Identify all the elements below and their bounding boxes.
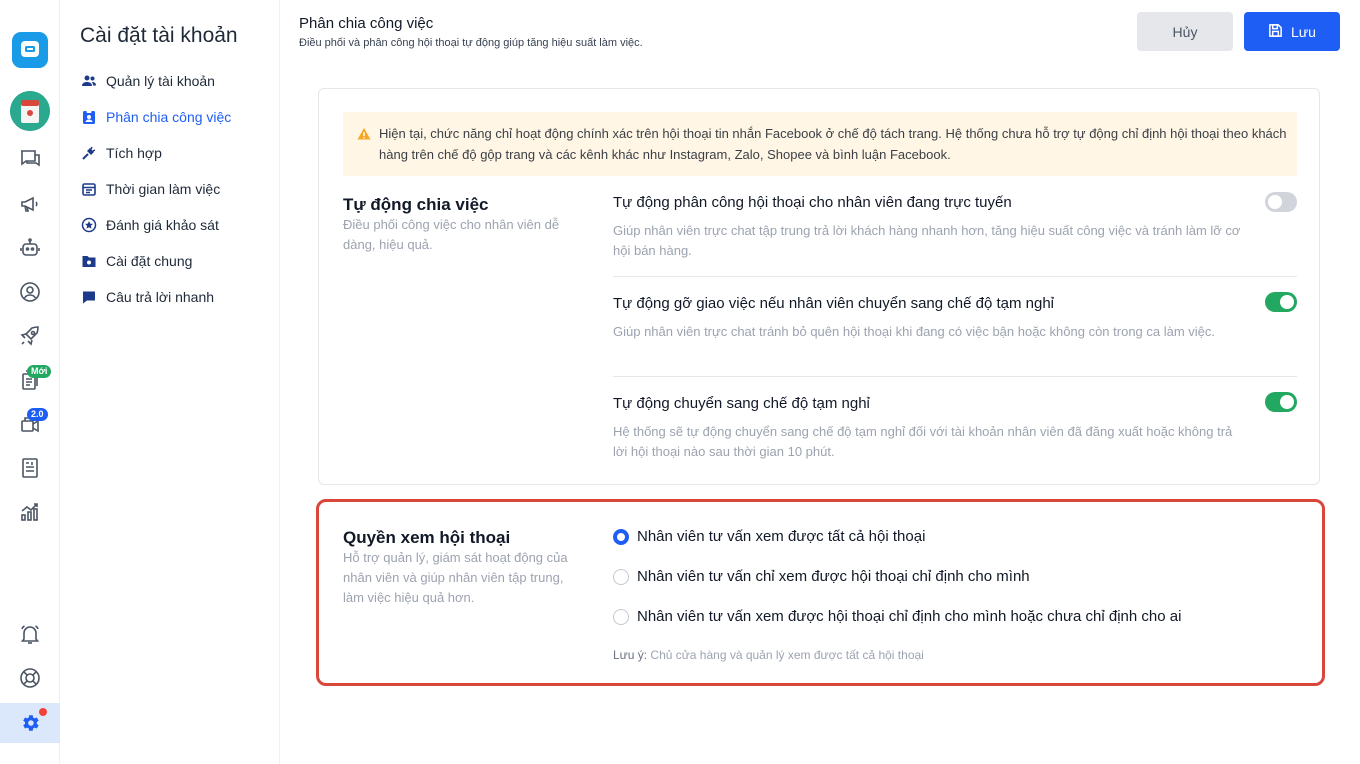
app-logo-icon[interactable]: [12, 32, 48, 68]
folder-gear-icon: [80, 252, 98, 270]
invoice-icon[interactable]: [10, 450, 50, 486]
rocket-icon[interactable]: [10, 318, 50, 354]
view-permission-desc: Hỗ trợ quản lý, giám sát hoạt động của n…: [343, 550, 568, 605]
help-lifebuoy-icon[interactable]: [10, 660, 50, 696]
analytics-icon[interactable]: [10, 494, 50, 530]
menu-item-account-management[interactable]: Quản lý tài khoản: [80, 69, 215, 93]
icon-rail: Mới 2.0: [0, 0, 60, 764]
settings-alert-dot: [39, 708, 47, 716]
warning-text: Hiện tại, chức năng chỉ hoạt động chính …: [379, 126, 1287, 162]
page-subtitle: Điều phối và phân công hội thoại tự động…: [299, 37, 643, 49]
menu-item-label: Quản lý tài khoản: [106, 73, 215, 89]
option-desc: Giúp nhân viên trực chat tránh bỏ quên h…: [613, 324, 1216, 339]
menu-item-general-settings[interactable]: Cài đặt chung: [80, 249, 192, 273]
toggle-auto-assign-online[interactable]: [1265, 192, 1297, 212]
radio-view-all[interactable]: Nhân viên tư vấn xem được tất cả hội tho…: [613, 528, 925, 545]
robot-icon[interactable]: [10, 230, 50, 266]
radio-button[interactable]: [613, 528, 629, 545]
megaphone-icon[interactable]: [10, 186, 50, 222]
new-badge: Mới: [27, 365, 52, 378]
menu-item-quick-replies[interactable]: Câu trả lời nhanh: [80, 285, 214, 309]
chat-icon[interactable]: [10, 141, 50, 177]
option-title: Tự động chuyển sang chế độ tạm nghỉ: [613, 395, 870, 412]
radio-label: Nhân viên tư vấn xem được tất cả hội tho…: [637, 528, 926, 545]
settings-gear-icon[interactable]: [0, 703, 60, 743]
option-desc: Hệ thống sẽ tự động chuyển sang chế độ t…: [613, 424, 1233, 459]
page-title: Phân chia công việc: [299, 15, 434, 32]
menu-item-label: Phân chia công việc: [106, 109, 232, 125]
toggle-auto-break[interactable]: [1265, 392, 1297, 412]
shop-avatar[interactable]: [10, 91, 50, 131]
menu-item-working-hours[interactable]: Thời gian làm việc: [80, 177, 220, 201]
option-title: Tự động phân công hội thoại cho nhân viê…: [613, 194, 1012, 211]
option-auto-break: Tự động chuyển sang chế độ tạm nghỉ Hệ t…: [613, 394, 1297, 462]
radio-button[interactable]: [613, 568, 629, 585]
radio-label: Nhân viên tư vấn xem được hội thoại chỉ …: [637, 608, 1182, 625]
auto-assign-title: Tự động chia việc: [343, 195, 489, 214]
menu-item-label: Tích hợp: [106, 145, 162, 161]
user-circle-icon[interactable]: [10, 274, 50, 310]
message-icon: [80, 288, 98, 306]
divider: [613, 376, 1297, 377]
divider: [613, 276, 1297, 277]
toggle-unassign-on-break[interactable]: [1265, 292, 1297, 312]
notification-bell-icon[interactable]: [10, 616, 50, 652]
menu-item-integration[interactable]: Tích hợp: [80, 141, 162, 165]
version-badge: 2.0: [27, 408, 48, 421]
auto-assign-desc: Điều phối công việc cho nhân viên dễ dàn…: [343, 217, 560, 252]
auto-assign-card: Hiện tại, chức năng chỉ hoạt động chính …: [318, 88, 1320, 485]
option-auto-assign-online: Tự động phân công hội thoại cho nhân viê…: [613, 193, 1297, 261]
radio-button[interactable]: [613, 608, 629, 625]
option-desc: Giúp nhân viên trực chat tập trung trả l…: [613, 223, 1241, 258]
note-text: Chủ cửa hàng và quản lý xem được tất cả …: [650, 648, 924, 662]
plug-icon: [80, 144, 98, 162]
option-unassign-on-break: Tự động gỡ giao việc nếu nhân viên chuyể…: [613, 294, 1297, 342]
menu-title: Cài đặt tài khoản: [80, 24, 238, 47]
calendar-icon: [80, 180, 98, 198]
radio-view-assigned-or-unassigned[interactable]: Nhân viên tư vấn xem được hội thoại chỉ …: [613, 608, 1181, 625]
view-permission-title: Quyền xem hội thoại: [343, 528, 511, 547]
clipboard-user-icon: [80, 108, 98, 126]
radio-label: Nhân viên tư vấn chỉ xem được hội thoại …: [637, 568, 1030, 585]
permission-note: Lưu ý: Chủ cửa hàng và quản lý xem được …: [613, 648, 924, 662]
save-button[interactable]: Lưu: [1244, 12, 1340, 51]
warning-banner: Hiện tại, chức năng chỉ hoạt động chính …: [343, 112, 1297, 176]
option-title: Tự động gỡ giao việc nếu nhân viên chuyể…: [613, 295, 1055, 312]
settings-menu: Cài đặt tài khoản Quản lý tài khoản Phân…: [61, 0, 280, 764]
save-button-label: Lưu: [1291, 23, 1316, 40]
menu-item-work-assignment[interactable]: Phân chia công việc: [80, 105, 231, 129]
menu-item-label: Câu trả lời nhanh: [106, 289, 215, 305]
floppy-disk-icon: [1268, 23, 1283, 41]
menu-item-label: Cài đặt chung: [106, 253, 193, 269]
menu-item-label: Thời gian làm việc: [106, 181, 221, 197]
radio-view-assigned-only[interactable]: Nhân viên tư vấn chỉ xem được hội thoại …: [613, 568, 1030, 585]
warning-triangle-icon: [357, 128, 371, 140]
users-icon: [80, 72, 98, 90]
star-circle-icon: [80, 216, 98, 234]
view-permission-card: Quyền xem hội thoại Hỗ trợ quản lý, giám…: [316, 499, 1325, 686]
menu-item-survey-rating[interactable]: Đánh giá khảo sát: [80, 213, 219, 237]
note-label: Lưu ý:: [613, 648, 648, 662]
cancel-button[interactable]: Hủy: [1137, 12, 1233, 51]
menu-item-label: Đánh giá khảo sát: [106, 217, 219, 233]
